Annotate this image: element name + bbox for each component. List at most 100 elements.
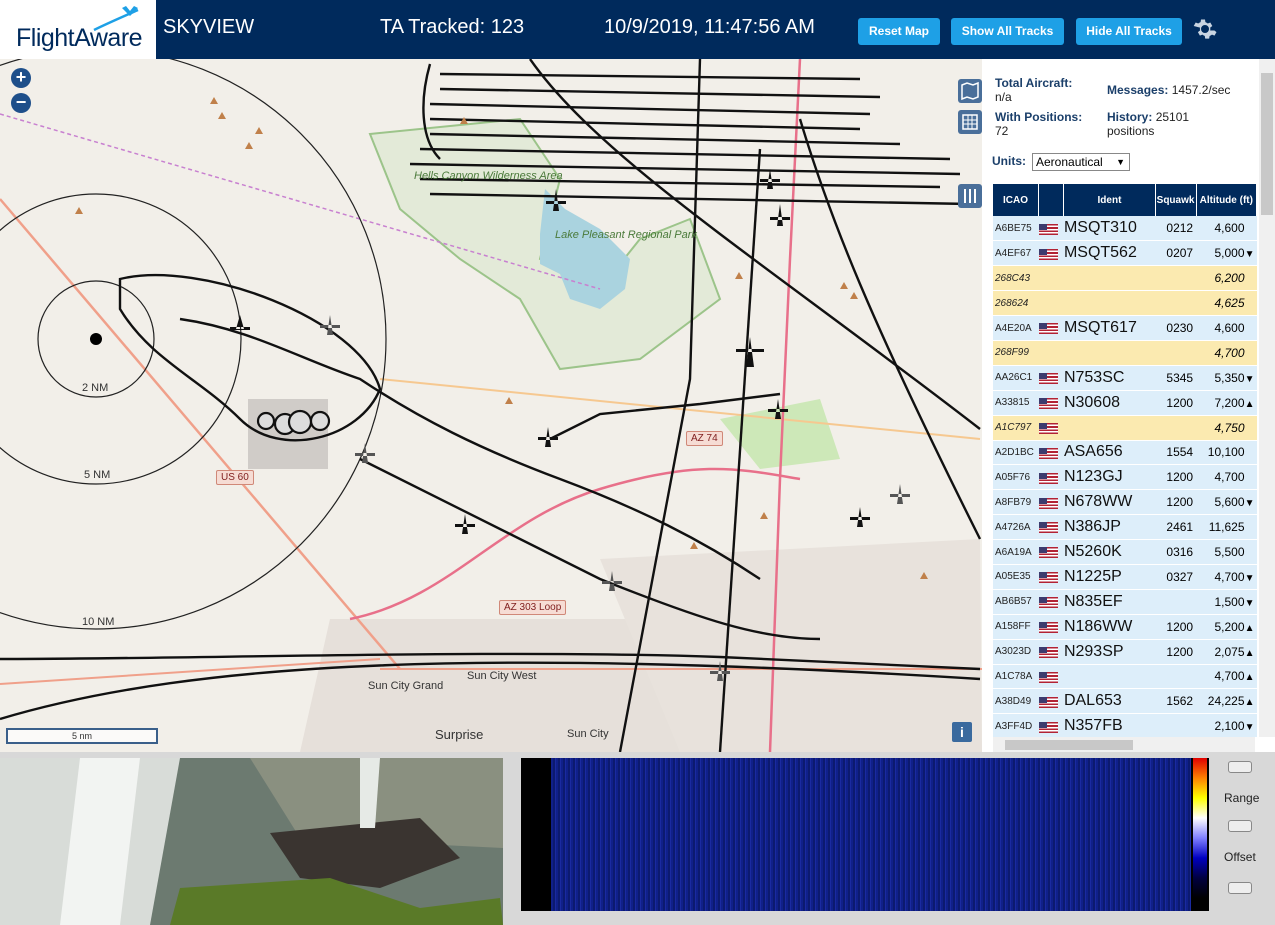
- map-layers-icon[interactable]: [958, 79, 982, 103]
- icao-cell: A05E35: [993, 564, 1039, 590]
- columns-icon[interactable]: [958, 184, 982, 208]
- altitude-cell: 5,600▼: [1196, 489, 1257, 516]
- altitude-trend-icon: ▲: [1244, 672, 1255, 684]
- squawk-cell: 1200: [1155, 464, 1197, 491]
- flag-cell: [1038, 390, 1064, 416]
- altitude-trend-icon: ▼: [1244, 373, 1255, 385]
- table-row[interactable]: 268C43 6,200: [993, 265, 1257, 292]
- col-squawk[interactable]: Squawk: [1155, 184, 1197, 216]
- us-flag-icon: [1038, 398, 1058, 409]
- table-row[interactable]: A1C797 4,750: [993, 415, 1257, 441]
- table-row[interactable]: A4E20A MSQT617 0230 4,600: [993, 315, 1257, 341]
- squawk-cell: 5345: [1155, 365, 1197, 391]
- table-row[interactable]: AA26C1 N753SC 5345 5,350▼: [993, 365, 1257, 391]
- vertical-scrollbar[interactable]: [1259, 59, 1275, 737]
- altitude-cell: 4,700: [1196, 464, 1257, 491]
- altitude-value: 4,750: [1214, 420, 1245, 435]
- scroll-thumb[interactable]: [1005, 740, 1133, 750]
- ident-cell: N293SP: [1063, 639, 1156, 665]
- horizontal-scrollbar[interactable]: [993, 737, 1255, 752]
- table-row[interactable]: A3023D N293SP 1200 2,075▲: [993, 639, 1257, 665]
- flag-cell: [1038, 216, 1064, 242]
- gear-icon[interactable]: [1193, 17, 1217, 41]
- table-row[interactable]: A8FB79 N678WW 1200 5,600▼: [993, 489, 1257, 516]
- squawk-cell: [1155, 589, 1197, 615]
- altitude-value: 4,600: [1214, 221, 1245, 236]
- altitude-value: 2,100: [1214, 719, 1245, 734]
- altitude-value: 4,600: [1214, 321, 1245, 335]
- altitude-trend-icon: ▲: [1244, 697, 1255, 709]
- table-row[interactable]: A33815 N30608 1200 7,200▲: [993, 390, 1257, 416]
- flightaware-logo[interactable]: FlightAware: [0, 0, 156, 59]
- altitude-value: 5,000: [1214, 246, 1245, 261]
- ident-cell: N30608: [1063, 390, 1156, 416]
- place-sun-city: Sun City: [567, 728, 609, 740]
- squawk-cell: 1554: [1155, 440, 1197, 466]
- altitude-cell: 4,750: [1196, 415, 1257, 441]
- table-row[interactable]: A3FF4D N357FB 2,100▼: [993, 713, 1257, 737]
- offset-slider[interactable]: [1228, 882, 1252, 894]
- zoom-in-button[interactable]: +: [11, 68, 31, 88]
- altitude-cell: 4,600: [1196, 216, 1257, 242]
- table-row[interactable]: A4726A N386JP 2461 11,625: [993, 514, 1257, 541]
- col-icao[interactable]: ICAO: [993, 184, 1040, 216]
- col-altitude[interactable]: Altitude (ft): [1196, 184, 1257, 216]
- show-all-tracks-button[interactable]: Show All Tracks: [951, 18, 1064, 45]
- table-row[interactable]: A2D1BC ASA656 1554 10,100: [993, 440, 1257, 466]
- altitude-cell: 5,500: [1196, 539, 1257, 565]
- flag-cell: [1038, 639, 1064, 665]
- icao-cell: A3FF4D: [993, 713, 1039, 737]
- flag-cell: [1038, 365, 1064, 391]
- us-flag-icon: [1038, 223, 1058, 235]
- lake-pleasant-label: Lake Pleasant Regional Park: [555, 229, 697, 241]
- aircraft-table-container[interactable]: ICAO Ident Squawk Altitude (ft) A6BE75 MS…: [993, 184, 1257, 737]
- zoom-out-button[interactable]: −: [11, 93, 31, 113]
- table-row[interactable]: 268624 4,625: [993, 290, 1257, 317]
- col-flag[interactable]: [1038, 184, 1065, 216]
- place-sun-city-grand: Sun City Grand: [368, 680, 444, 692]
- ident-cell: MSQT310: [1063, 216, 1156, 242]
- icao-cell: A2D1BC: [993, 440, 1039, 466]
- place-surprise: Surprise: [435, 727, 484, 742]
- altitude-value: 5,500: [1214, 545, 1245, 560]
- table-row[interactable]: A05E35 N1225P 0327 4,700▼: [993, 564, 1257, 590]
- map-canvas: [0, 59, 982, 752]
- flag-cell: [1038, 440, 1064, 466]
- table-row[interactable]: A6A19A N5260K 0316 5,500: [993, 539, 1257, 565]
- range-top-slider[interactable]: [1228, 761, 1252, 773]
- squawk-cell: 0230: [1155, 315, 1197, 341]
- altitude-trend-icon: ▲: [1244, 622, 1255, 634]
- ident-cell: N1225P: [1063, 564, 1156, 590]
- table-row[interactable]: A6BE75 MSQT310 0212 4,600: [993, 216, 1257, 242]
- reset-map-button[interactable]: Reset Map: [858, 18, 940, 45]
- us-flag-icon: [1038, 522, 1058, 534]
- aircraft-panel: Total Aircraft: n/a With Positions: 72 M…: [982, 59, 1275, 752]
- altitude-cell: 4,700▲: [1196, 664, 1257, 690]
- altitude-value: 7,200: [1214, 395, 1245, 410]
- table-row[interactable]: A4EF67 MSQT562 0207 5,000▼: [993, 240, 1257, 267]
- table-row[interactable]: A38D49 DAL653 1562 24,225▲: [993, 688, 1257, 715]
- range-slider[interactable]: [1228, 820, 1252, 832]
- col-ident[interactable]: Ident: [1063, 184, 1156, 216]
- units-select[interactable]: Aeronautical ▼: [1032, 153, 1130, 171]
- squawk-cell: [1155, 265, 1197, 292]
- table-row[interactable]: A158FF N186WW 1200 5,200▲: [993, 614, 1257, 640]
- icao-cell: A4726A: [993, 514, 1039, 541]
- us-flag-icon: [1038, 422, 1058, 434]
- squawk-cell: 0207: [1155, 240, 1197, 267]
- scroll-thumb[interactable]: [1261, 73, 1273, 215]
- us60-road: [0, 198, 401, 670]
- altitude-trend-icon: ▼: [1244, 498, 1255, 510]
- grid-icon[interactable]: [958, 110, 982, 134]
- flag-cell: [1038, 240, 1064, 267]
- table-row[interactable]: A1C78A 4,700▲: [993, 664, 1257, 690]
- hide-all-tracks-button[interactable]: Hide All Tracks: [1076, 18, 1182, 45]
- table-row[interactable]: AB6B57 N835EF 1,500▼: [993, 589, 1257, 615]
- icao-cell: A6BE75: [993, 216, 1039, 242]
- table-row[interactable]: 268F99 4,700: [993, 340, 1257, 366]
- table-row[interactable]: A05F76 N123GJ 1200 4,700: [993, 464, 1257, 491]
- flight-map[interactable]: 2 NM 5 NM 10 NM Hells Canyon Wilderness …: [0, 59, 982, 752]
- info-button[interactable]: i: [952, 722, 972, 742]
- messages-rate: Messages: 1457.2/sec: [1107, 83, 1230, 97]
- with-positions-value: 72: [995, 124, 1009, 138]
